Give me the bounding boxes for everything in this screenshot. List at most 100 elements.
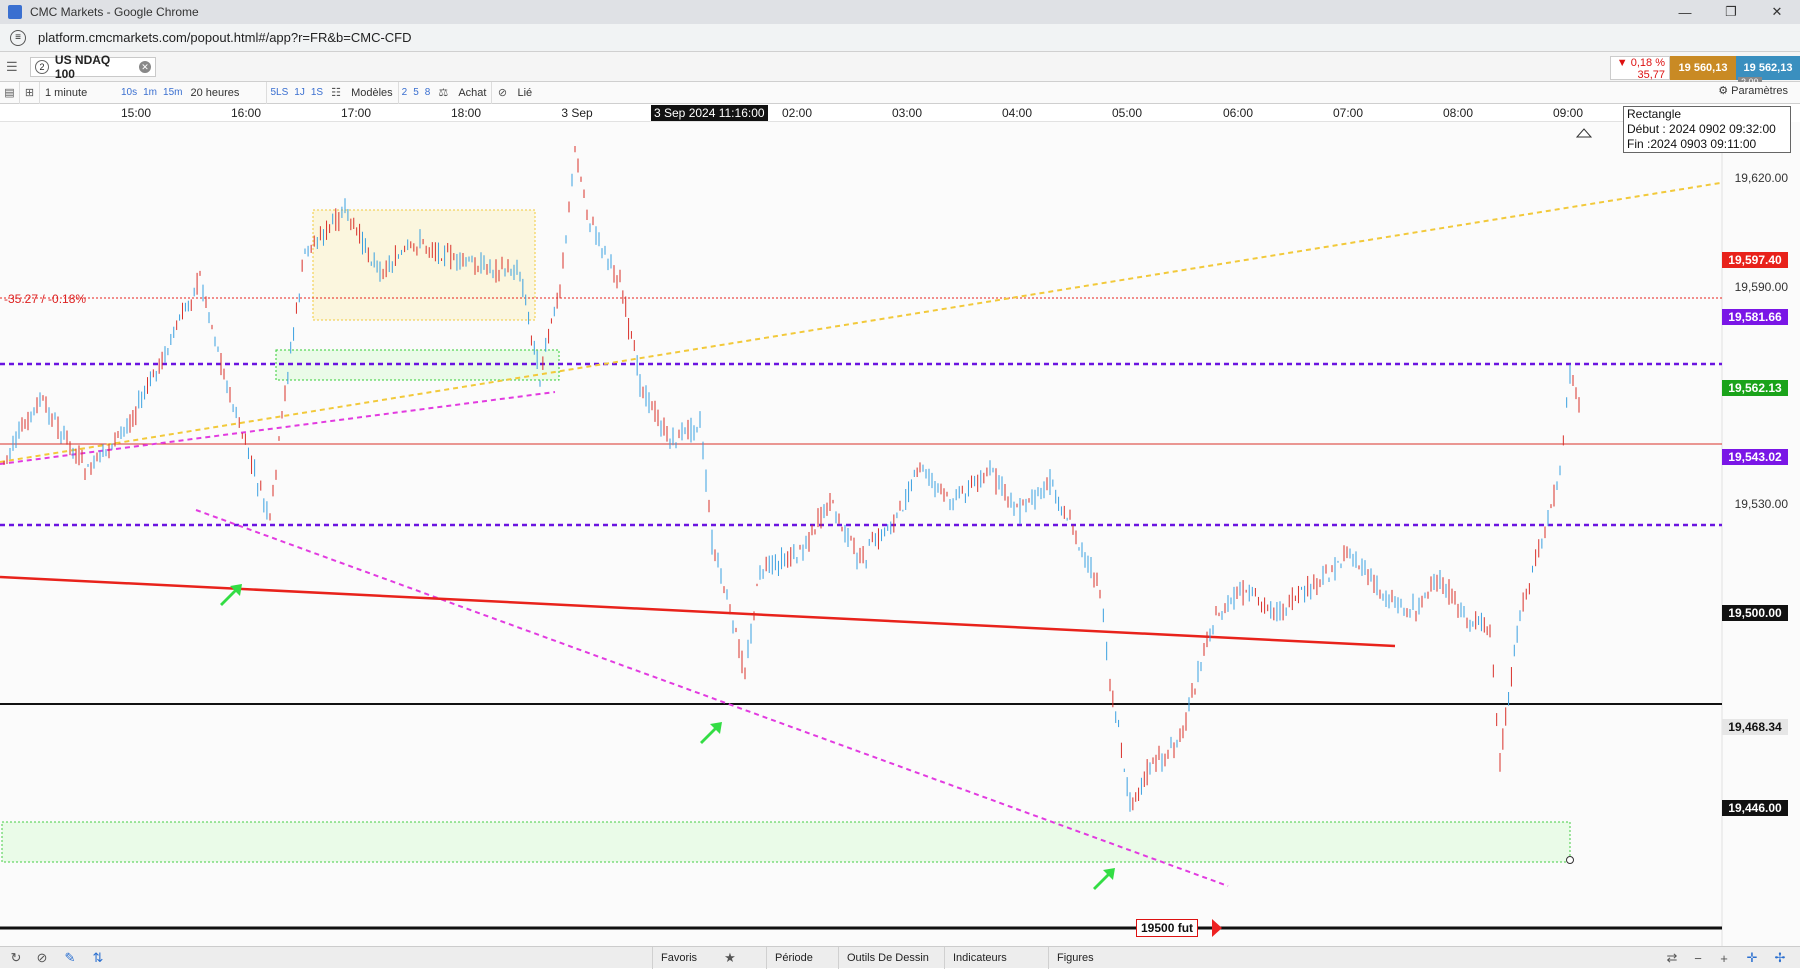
- linked-toggle[interactable]: Lié: [512, 82, 537, 104]
- quote-panel: ▼ 0,18 % 35,77 19 560,13 19 562,13 2,00: [1610, 56, 1800, 87]
- rectangle-end: Fin :2024 0903 09:11:00: [1627, 137, 1757, 151]
- size-5[interactable]: 5: [410, 82, 422, 104]
- red-trend-line[interactable]: [0, 575, 1396, 648]
- bottom-level-tag: 19,446.00: [1722, 800, 1788, 816]
- interval-select[interactable]: 1 minute: [40, 82, 118, 104]
- time-tick: 16:00: [230, 106, 262, 120]
- change-pts: 35,77: [1637, 69, 1665, 81]
- green-arrow-icon: [700, 722, 722, 744]
- pencil-icon[interactable]: ✎: [62, 950, 78, 966]
- site-settings-icon[interactable]: ≡: [10, 29, 26, 46]
- tab-indicators[interactable]: Indicateurs: [944, 947, 1015, 969]
- buy-toggle[interactable]: Achat: [453, 81, 493, 104]
- menu-icon[interactable]: ☰: [6, 59, 22, 75]
- round-level-tag: 19,500.00: [1722, 605, 1788, 621]
- yellow-trend-line[interactable]: [0, 182, 1721, 463]
- chart-svg[interactable]: [0, 122, 1800, 946]
- rectangle-start: Début : 2024 0902 09:32:00: [1627, 122, 1776, 136]
- size-8[interactable]: 8: [422, 82, 434, 104]
- time-tick: 03:00: [891, 106, 923, 120]
- window-controls: — ❐ ✕: [1662, 0, 1800, 24]
- time-tick: 17:00: [340, 106, 372, 120]
- change-annotation: -35.27 / -0.18%: [4, 292, 87, 306]
- buy-price: 19 562,13: [1743, 62, 1793, 74]
- instrument-name: US NDAQ 100: [54, 53, 111, 81]
- remove-instrument-icon[interactable]: ✕: [139, 61, 152, 73]
- time-tick: 09:00: [1552, 106, 1584, 120]
- range-1s[interactable]: 1S: [308, 82, 326, 104]
- interval-15m[interactable]: 15m: [160, 82, 185, 104]
- hide-icon[interactable]: ⊘: [34, 950, 50, 966]
- zone-level-tag: 19,468.34: [1722, 719, 1788, 735]
- time-cursor-label: 3 Sep 2024 11:16:00: [651, 105, 768, 121]
- interval-10s[interactable]: 10s: [118, 82, 140, 104]
- crosshair-icon[interactable]: ✛: [1744, 950, 1760, 966]
- futures-label[interactable]: 19500 fut: [1136, 919, 1199, 937]
- gear-icon: ⚙: [1718, 85, 1729, 97]
- range-5ls[interactable]: 5LS: [267, 82, 291, 104]
- rectangle-title: Rectangle: [1627, 107, 1682, 121]
- models-button[interactable]: Modèles: [346, 81, 399, 104]
- window-title: CMC Markets - Google Chrome: [30, 5, 199, 19]
- chart-header: ☰ 2 US NDAQ 100 ✕ ▼ 0,18 % 35,77 19 560,…: [0, 52, 1800, 87]
- range-select[interactable]: 20 heures: [185, 81, 268, 104]
- time-tick: 04:00: [1001, 106, 1033, 120]
- browser-titlebar: CMC Markets - Google Chrome — ❐ ✕: [0, 0, 1800, 24]
- instrument-selector[interactable]: 2 US NDAQ 100 ✕: [30, 53, 156, 81]
- zoom-in-icon[interactable]: +: [1716, 950, 1732, 966]
- interval-1m[interactable]: 1m: [140, 82, 160, 104]
- price-tick: 19,530.00: [1734, 497, 1788, 511]
- rectangle-info-box: Rectangle Début : 2024 0902 09:32:00 Fin…: [1623, 106, 1791, 153]
- sell-button[interactable]: 19 560,13: [1670, 56, 1736, 80]
- time-tick: 18:00: [450, 106, 482, 120]
- cursor-icon[interactable]: ⇅: [90, 950, 106, 966]
- link-icon[interactable]: ⊘: [492, 82, 512, 104]
- tab-period[interactable]: Période: [766, 947, 821, 969]
- alert-bell-icon[interactable]: [1575, 128, 1593, 138]
- buy-scale-icon[interactable]: ⚖: [433, 82, 453, 104]
- tab-drawing-tools[interactable]: Outils De Dessin: [838, 947, 937, 969]
- layout-icon[interactable]: ⊞: [20, 81, 40, 104]
- price-tick: 19,590.00: [1734, 280, 1788, 294]
- time-tick: 06:00: [1222, 106, 1254, 120]
- current-price-tag: 19,562.13: [1722, 380, 1788, 396]
- size-2[interactable]: 2: [399, 82, 411, 104]
- star-icon[interactable]: ★: [722, 950, 738, 966]
- candlestick-series: [3, 146, 1580, 812]
- prev-close-tag: 19,597.40: [1722, 252, 1788, 268]
- url-text[interactable]: platform.cmcmarkets.com/popout.html#/app…: [38, 30, 412, 45]
- time-tick: 08:00: [1442, 106, 1474, 120]
- zoom-out-icon[interactable]: −: [1690, 950, 1706, 966]
- chart-canvas[interactable]: 19,620.00 19,590.00 19,530.00 19,597.40 …: [0, 122, 1800, 946]
- futures-arrow-icon: [1212, 919, 1222, 937]
- time-tick: 3 Sep: [561, 106, 593, 120]
- buy-button[interactable]: 19 562,13 2,00: [1736, 56, 1800, 87]
- restore-icon[interactable]: ❐: [1708, 0, 1754, 24]
- time-axis: 15:00 16:00 17:00 18:00 3 Sep 02:00 03:0…: [0, 104, 1722, 122]
- zone-handle[interactable]: [1566, 856, 1574, 864]
- change-box: ▼ 0,18 % 35,77: [1610, 56, 1670, 81]
- lower-level-tag: 19,543.02: [1722, 449, 1788, 465]
- minimize-icon[interactable]: —: [1662, 0, 1708, 24]
- close-icon[interactable]: ✕: [1754, 0, 1800, 24]
- tab-favorites[interactable]: Favoris: [652, 947, 705, 969]
- refresh-icon[interactable]: ↻: [8, 950, 24, 966]
- app-icon: [8, 5, 22, 19]
- time-tick: 07:00: [1332, 106, 1364, 120]
- range-1j[interactable]: 1J: [291, 82, 308, 104]
- upper-level-tag: 19,581.66: [1722, 309, 1788, 325]
- time-tick: 15:00: [120, 106, 152, 120]
- demand-zone[interactable]: [1, 821, 1571, 863]
- expand-icon[interactable]: ✢: [1772, 950, 1788, 966]
- address-bar: ≡ platform.cmcmarkets.com/popout.html#/a…: [0, 24, 1800, 52]
- magenta-support-line[interactable]: [0, 391, 556, 465]
- list-view-icon[interactable]: ▤: [0, 81, 20, 104]
- models-icon[interactable]: ☷: [326, 82, 346, 104]
- green-arrow-icon: [1093, 868, 1115, 890]
- tab-figures[interactable]: Figures: [1048, 947, 1102, 969]
- time-tick: 05:00: [1111, 106, 1143, 120]
- settings-label: Paramètres: [1731, 85, 1788, 97]
- fit-icon[interactable]: ⇄: [1664, 950, 1680, 966]
- settings-button[interactable]: ⚙ Paramètres: [1718, 84, 1788, 97]
- price-tick: 19,620.00: [1734, 171, 1788, 185]
